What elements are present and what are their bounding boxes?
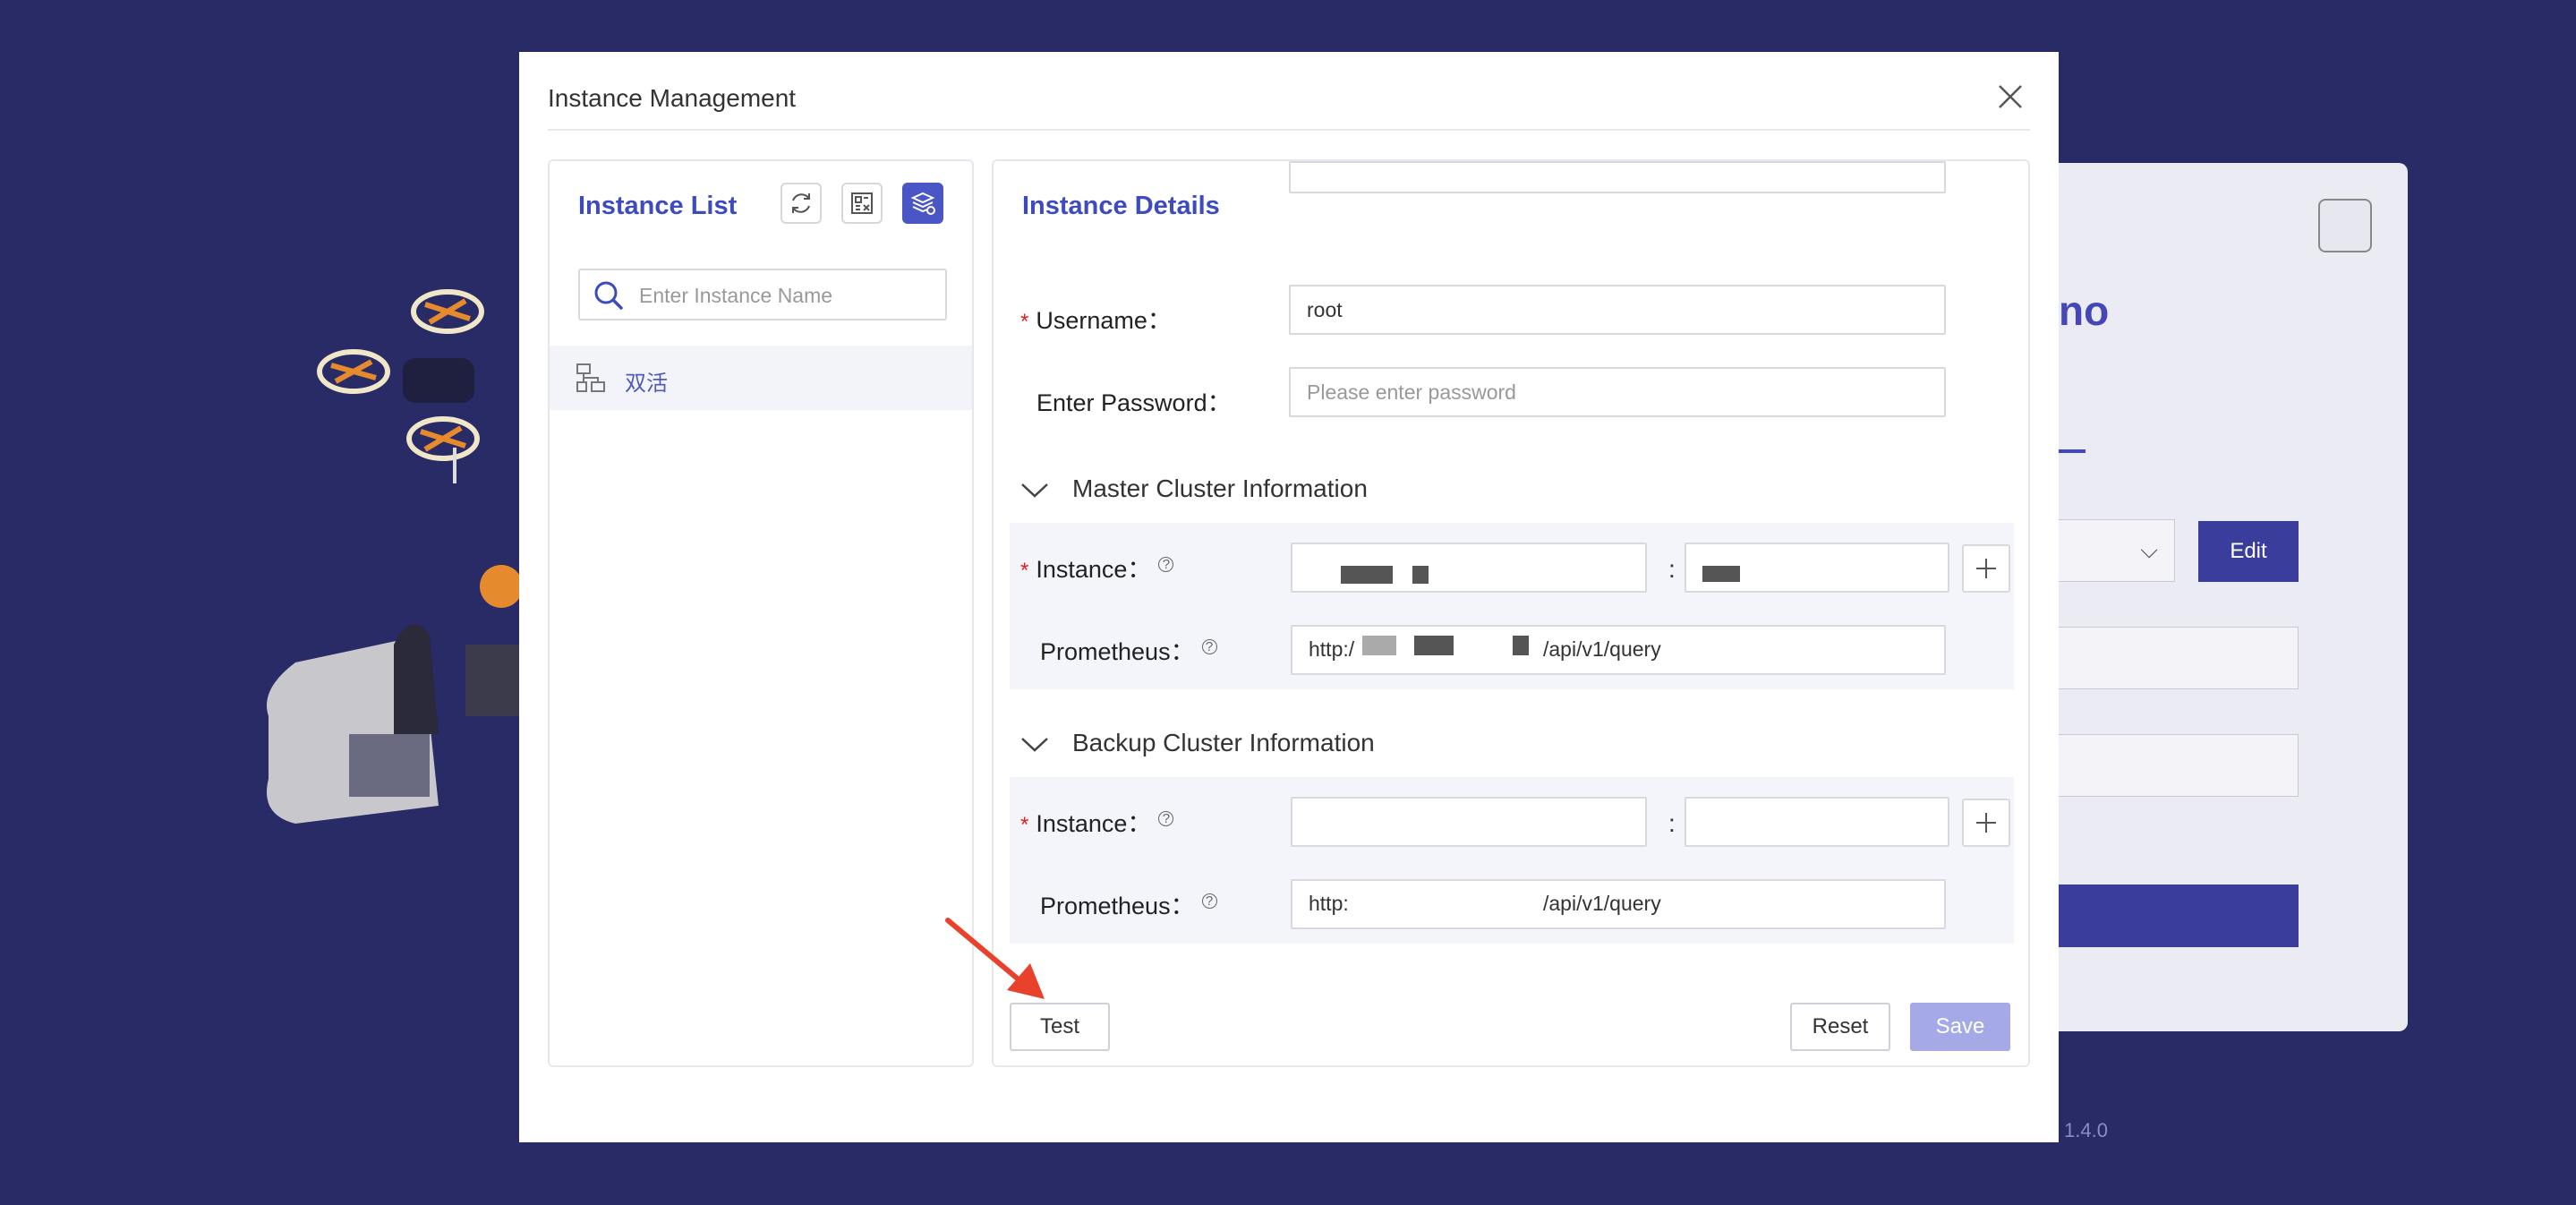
host-port-separator: : <box>1668 555 1676 583</box>
refresh-button[interactable] <box>780 183 822 224</box>
add-instance-button[interactable] <box>902 183 943 224</box>
edit-button[interactable]: Edit <box>2198 521 2299 582</box>
redacted-url <box>1414 636 1454 655</box>
import-icon <box>851 192 873 214</box>
add-backup-instance-button[interactable] <box>1962 799 2010 847</box>
backup-instance-label: * Instance：? <box>1020 804 1174 839</box>
instance-list-title: Instance List <box>578 192 738 220</box>
password-label: Enter Password： <box>1036 389 1232 416</box>
list-item[interactable]: 双活 <box>550 346 972 410</box>
reset-button[interactable]: Reset <box>1790 1003 1890 1051</box>
help-icon[interactable]: ? <box>1158 557 1174 572</box>
master-prometheus-label: Prometheus：? <box>1040 632 1217 667</box>
chevron-down-icon: ⌵ <box>2140 536 2158 563</box>
help-icon[interactable]: ? <box>1201 893 1217 909</box>
login-username-input[interactable] <box>2050 627 2299 689</box>
version-text: 1.4.0 <box>2064 1119 2108 1141</box>
login-title: no <box>2059 287 2110 334</box>
search-icon <box>594 281 623 310</box>
partial-hidden-input[interactable] <box>1289 161 1946 193</box>
refresh-icon <box>792 193 810 213</box>
background-illustration <box>260 269 528 895</box>
instance-list-panel: Instance List 双活 <box>548 159 974 1067</box>
password-input[interactable] <box>1289 367 1946 417</box>
add-master-instance-button[interactable] <box>1962 544 2010 593</box>
master-cluster-title: Master Cluster Information <box>1072 474 1368 502</box>
modal-title: Instance Management <box>548 84 797 112</box>
username-label: * Username： <box>1020 307 1172 334</box>
backup-prometheus-prefix: http: <box>1309 892 1349 915</box>
language-icon[interactable] <box>2318 199 2372 252</box>
list-item-label: 双活 <box>625 372 668 396</box>
login-password-input[interactable] <box>2050 734 2299 797</box>
plus-icon <box>1976 559 1996 578</box>
cluster-icon <box>576 363 605 392</box>
import-button[interactable] <box>841 183 883 224</box>
test-button[interactable]: Test <box>1010 1003 1110 1051</box>
master-prometheus-prefix: http:/ <box>1309 637 1355 661</box>
chevron-down-icon <box>1021 483 1048 498</box>
redacted-url <box>1513 636 1529 655</box>
help-icon[interactable]: ? <box>1158 811 1174 826</box>
master-cluster-toggle[interactable]: Master Cluster Information <box>1020 474 1368 503</box>
instance-details-title: Instance Details <box>1022 192 1220 220</box>
instance-details-panel: Instance Details *Username： Enter Passwo… <box>992 159 2030 1067</box>
redacted-port <box>1702 566 1740 582</box>
backup-instance-host-input[interactable] <box>1291 797 1647 847</box>
instance-management-modal: Instance Management Instance List 双活 Ins… <box>519 52 2059 1142</box>
modal-divider <box>548 129 2030 131</box>
chevron-down-icon <box>1021 737 1048 752</box>
add-instance-icon <box>910 192 935 215</box>
master-instance-label: * Instance：? <box>1020 550 1174 585</box>
search-input[interactable] <box>637 278 936 313</box>
annotation-arrow <box>945 918 1045 999</box>
redacted-host <box>1341 566 1393 584</box>
backup-prometheus-suffix: /api/v1/query <box>1543 892 1661 915</box>
backup-prometheus-label: Prometheus：? <box>1040 886 1217 921</box>
save-button[interactable]: Save <box>1910 1003 2010 1051</box>
redacted-url <box>1362 636 1396 655</box>
login-button[interactable] <box>2050 885 2299 947</box>
redacted-host <box>1412 566 1429 584</box>
plus-icon <box>1976 813 1996 833</box>
close-icon[interactable] <box>1992 79 2028 115</box>
backup-cluster-toggle[interactable]: Backup Cluster Information <box>1020 729 1375 757</box>
master-prometheus-suffix: /api/v1/query <box>1543 637 1661 661</box>
instance-select[interactable]: ⌵ <box>2050 519 2175 582</box>
host-port-separator: : <box>1668 809 1676 837</box>
help-icon[interactable]: ? <box>1201 639 1217 654</box>
instance-search <box>578 269 947 320</box>
backup-instance-port-input[interactable] <box>1685 797 1949 847</box>
backup-cluster-title: Backup Cluster Information <box>1072 729 1375 756</box>
username-input[interactable] <box>1289 285 1946 335</box>
